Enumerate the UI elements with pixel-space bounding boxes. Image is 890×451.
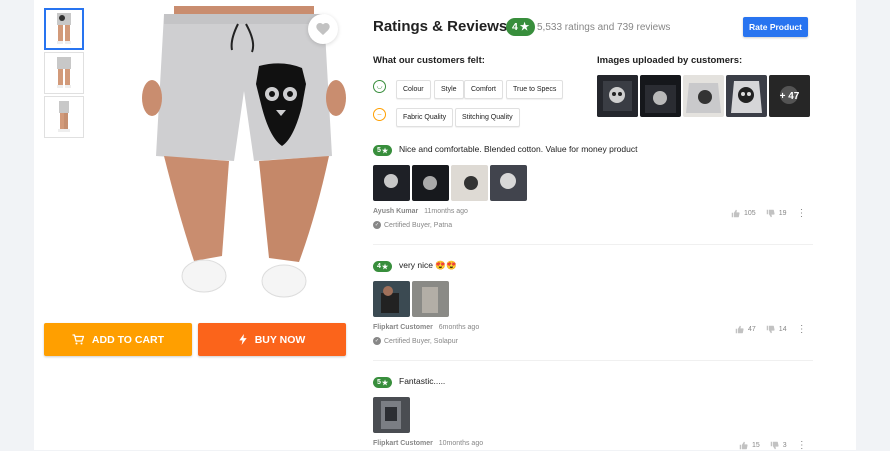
review-author: Flipkart Customer [373, 324, 433, 331]
thumbs-up-icon[interactable] [735, 325, 744, 334]
thumbnail-2[interactable] [44, 52, 84, 94]
like-count: 105 [744, 210, 756, 217]
review-title: very nice 😍😍 [399, 260, 457, 270]
review-rating-value: 4 [377, 263, 381, 270]
check-circle-icon: ✓ [373, 221, 381, 229]
review-votes: 47 14 ⋮ [735, 324, 807, 335]
review-photo[interactable] [373, 165, 410, 201]
review-rating-value: 5 [377, 379, 381, 386]
review-photo[interactable] [412, 165, 449, 201]
dislike-count: 19 [778, 210, 787, 217]
review-divider [373, 360, 813, 361]
star-icon: ★ [381, 379, 389, 387]
review-rating-badge: 4 ★ [373, 261, 393, 272]
thumbs-down-icon[interactable] [770, 441, 779, 450]
thumbnail-3[interactable] [44, 96, 84, 138]
review-photo[interactable] [451, 165, 488, 201]
review-divider [373, 244, 813, 245]
review-rating-badge: 5 ★ [373, 377, 393, 388]
feature-tag-true-to-specs[interactable]: True to Specs [506, 80, 564, 99]
buy-now-button[interactable]: BUY NOW [198, 323, 346, 356]
dislike-count: 3 [782, 442, 787, 449]
review-title: Fantastic..... [399, 376, 446, 386]
review-time: 11months ago [424, 208, 468, 215]
review-photo[interactable] [373, 281, 410, 317]
review-votes: 105 19 ⋮ [731, 208, 806, 219]
review-rating-badge: 5 ★ [373, 145, 393, 156]
customers-felt-label: What our customers felt: [373, 55, 485, 66]
review-author-line: Ayush Kumar 11months ago [373, 208, 468, 215]
check-circle-icon: ✓ [373, 337, 381, 345]
review-photo[interactable] [412, 281, 449, 317]
review-votes: 15 3 ⋮ [739, 440, 807, 451]
like-count: 47 [748, 326, 756, 333]
review-rating-value: 5 [377, 147, 381, 154]
buy-now-label: BUY NOW [254, 333, 306, 346]
smiley-neutral-icon: – [373, 108, 386, 121]
product-page: ADD TO CART BUY NOW Ratings & Reviews 4 … [34, 0, 856, 451]
more-options-icon[interactable]: ⋮ [797, 440, 807, 451]
ratings-reviews-title: Ratings & Reviews [373, 18, 508, 35]
feature-tag-comfort[interactable]: Comfort [464, 80, 503, 99]
customer-image[interactable] [726, 75, 767, 117]
review-photo[interactable] [373, 397, 410, 433]
certified-buyer-text: Certified Buyer, Patna [384, 221, 453, 229]
heart-icon [316, 23, 330, 35]
star-icon: ★ [381, 263, 389, 271]
feature-tag-stitching-quality[interactable]: Stitching Quality [455, 108, 520, 127]
review-title: Nice and comfortable. Blended cotton. Va… [399, 144, 638, 154]
lightning-icon [239, 334, 247, 345]
more-customer-images[interactable]: + 47 [769, 75, 810, 117]
rate-product-button[interactable]: Rate Product [743, 17, 808, 37]
thumbnail-1[interactable] [44, 8, 84, 50]
certified-buyer: ✓ Certified Buyer, Patna [373, 221, 452, 229]
review-time: 6months ago [438, 324, 480, 331]
customer-images-label: Images uploaded by customers: [597, 55, 743, 66]
ratings-summary: 5,533 ratings and 739 reviews [537, 22, 671, 33]
thumbs-down-icon[interactable] [766, 209, 775, 218]
thumbnail-strip [44, 8, 84, 140]
customer-image[interactable] [640, 75, 681, 117]
more-images-count: + 47 [769, 75, 810, 117]
review-author: Flipkart Customer [373, 440, 433, 447]
feature-tag-style[interactable]: Style [434, 80, 464, 99]
thumbs-up-icon[interactable] [731, 209, 740, 218]
add-to-cart-label: ADD TO CART [91, 333, 165, 346]
thumbs-down-icon[interactable] [766, 325, 775, 334]
certified-buyer: ✓ Certified Buyer, Solapur [373, 337, 458, 345]
thumbs-up-icon[interactable] [739, 441, 748, 450]
more-options-icon[interactable]: ⋮ [796, 208, 806, 219]
feature-tag-colour[interactable]: Colour [396, 80, 431, 99]
review-photo[interactable] [490, 165, 527, 201]
star-icon: ★ [519, 21, 530, 33]
average-rating-badge: 4 ★ [506, 18, 536, 36]
add-to-cart-button[interactable]: ADD TO CART [44, 323, 192, 356]
cart-icon [72, 334, 84, 345]
average-rating-value: 4 [512, 21, 518, 33]
more-options-icon[interactable]: ⋮ [797, 324, 807, 335]
customer-image[interactable] [683, 75, 724, 117]
star-icon: ★ [381, 147, 389, 155]
product-main-image[interactable] [134, 6, 354, 314]
review-author: Ayush Kumar [373, 208, 419, 215]
dislike-count: 14 [778, 326, 787, 333]
review-time: 10months ago [438, 440, 484, 447]
smiley-positive-icon: ◡ [373, 80, 386, 93]
review-author-line: Flipkart Customer 6months ago [373, 324, 479, 331]
certified-buyer-text: Certified Buyer, Solapur [384, 337, 458, 345]
review-author-line: Flipkart Customer 10months ago [373, 440, 483, 447]
like-count: 15 [752, 442, 760, 449]
wishlist-button[interactable] [308, 14, 338, 44]
customer-image[interactable] [597, 75, 638, 117]
feature-tag-fabric-quality[interactable]: Fabric Quality [396, 108, 454, 127]
